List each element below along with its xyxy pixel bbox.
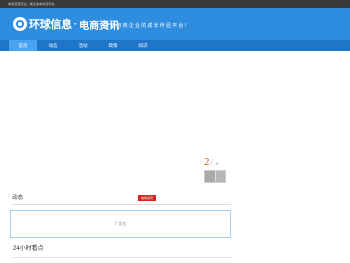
globe-logo-icon [13, 17, 27, 31]
nav-item-home[interactable]: 首页 [9, 40, 37, 51]
news-section-header: 动态 电商资讯 [12, 194, 231, 205]
logo-separator: · [73, 18, 78, 30]
gallery-thumbnail[interactable] [205, 171, 216, 182]
main-nav: 首页 动态 活动 政策 知识 [0, 40, 350, 51]
gallery-current-index: 2 [204, 156, 210, 168]
header-slogan: 能建电商企业的成长伴侣平台! [104, 23, 188, 29]
top-bar-text: 电商运营周边，看企速电商咨讯站 [8, 2, 55, 6]
nav-item-policy[interactable]: 政策 [99, 40, 127, 51]
nav-item-events[interactable]: 活动 [69, 40, 97, 51]
section-title: 动态 [12, 195, 24, 201]
site-header: 环球信息 · 电商资讯 能建电商企业的成长伴侣平台! [0, 8, 350, 40]
divider [12, 257, 231, 258]
nav-item-knowledge[interactable]: 知识 [129, 40, 157, 51]
gallery-counter-separator: / [210, 158, 213, 167]
gallery-thumbnail[interactable] [215, 171, 225, 182]
logo-name: 环球信息 [29, 19, 72, 31]
gallery-counter: 2 / 4 [204, 156, 228, 168]
ad-label: 广告位 [114, 221, 127, 226]
section-badge[interactable]: 电商资讯 [138, 195, 157, 201]
page: 电商运营周边，看企速电商咨讯站 环球信息 · 电商资讯 能建电商企业的成长伴侣平… [0, 0, 350, 263]
gallery-thumbnails [204, 170, 226, 183]
gallery-total-count: 4 [215, 161, 218, 166]
ad-banner[interactable]: 广告位 [10, 210, 231, 238]
hot-section-title: 24小时看点 [13, 246, 44, 252]
top-bar: 电商运营周边，看企速电商咨讯站 [0, 0, 350, 8]
nav-item-news[interactable]: 动态 [39, 40, 67, 51]
